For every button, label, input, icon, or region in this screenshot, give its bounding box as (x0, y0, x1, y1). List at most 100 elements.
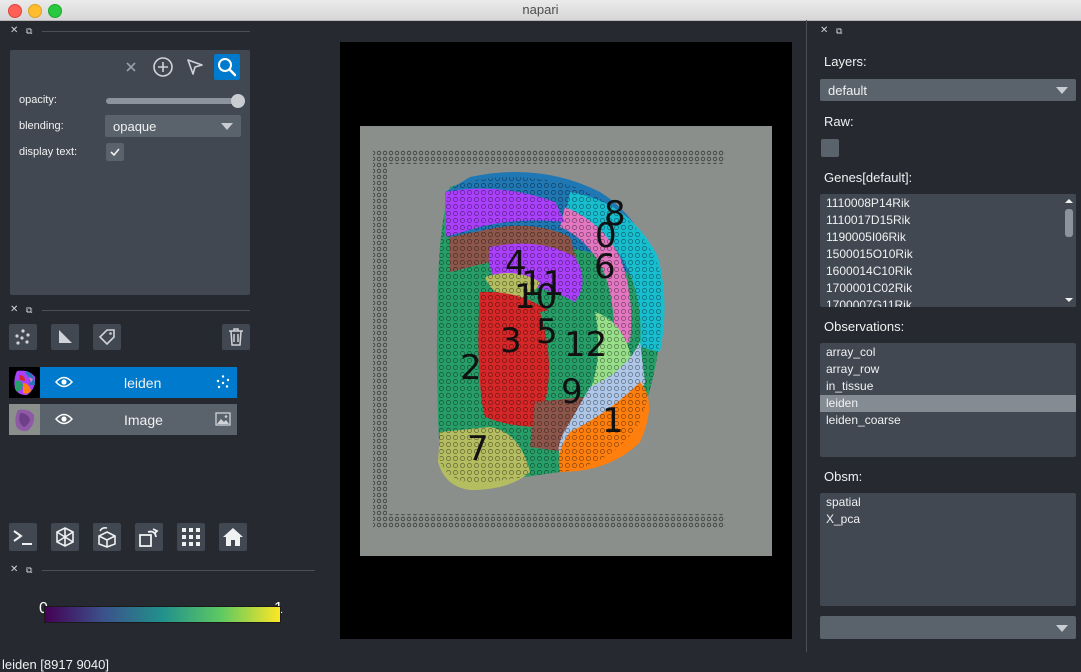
layer-controls-dock-header: ✕ ⧉ (0, 24, 250, 38)
obsm-list[interactable]: spatial X_pca (820, 493, 1076, 606)
blending-value: opaque (113, 118, 157, 134)
list-item-selected[interactable]: leiden (820, 395, 1076, 412)
dock-float-icon[interactable]: ⧉ (26, 563, 32, 577)
observations-list[interactable]: array_col array_row in_tissue leiden lei… (820, 343, 1076, 457)
list-item[interactable]: spatial (820, 494, 1076, 511)
viewer-canvas[interactable]: 0 1 2 3 4 5 6 7 8 9 10 11 12 (340, 42, 792, 639)
layer-name[interactable]: Image (124, 412, 163, 428)
chevron-down-icon (221, 123, 233, 130)
cluster-label-7: 7 (467, 429, 489, 469)
dock-close-icon[interactable]: ✕ (820, 24, 828, 38)
obsm-label: Obsm: (824, 469, 863, 484)
grid-button[interactable] (177, 523, 205, 551)
list-item[interactable]: in_tissue (820, 378, 1076, 395)
layer-item-leiden[interactable]: leiden (9, 367, 237, 398)
home-button[interactable] (219, 523, 247, 551)
layer-thumbnail (9, 367, 40, 398)
opacity-slider-handle[interactable] (231, 94, 245, 108)
points-icon (216, 375, 230, 389)
dock-float-icon[interactable]: ⧉ (26, 24, 32, 38)
visibility-eye-icon[interactable] (55, 375, 73, 389)
opacity-label: opacity: (19, 94, 57, 106)
cluster-label-12: 12 (564, 325, 607, 365)
select-icon[interactable] (182, 54, 208, 80)
title-bar: napari (0, 0, 1081, 21)
list-item[interactable]: 1700007G11Rik (820, 297, 1076, 307)
list-item[interactable]: X_pca (820, 511, 1076, 528)
layer-list-dock-header: ✕ ⧉ (0, 303, 250, 317)
scroll-down-icon[interactable] (1062, 295, 1076, 305)
genes-scrollbar[interactable] (1062, 194, 1076, 307)
dock-close-icon[interactable]: ✕ (10, 303, 18, 317)
dock-close-icon[interactable]: ✕ (10, 563, 18, 577)
colorbar (44, 606, 281, 623)
transpose-button[interactable] (135, 523, 163, 551)
dock-close-icon[interactable]: ✕ (10, 24, 18, 38)
pan-zoom-icon[interactable] (214, 54, 240, 80)
bottom-select[interactable] (820, 616, 1076, 639)
cluster-label-5: 5 (536, 312, 558, 352)
raw-checkbox[interactable] (821, 139, 839, 157)
tissue-image: 0 1 2 3 4 5 6 7 8 9 10 11 12 (360, 126, 772, 556)
new-points-button[interactable] (9, 324, 37, 350)
layer-name[interactable]: leiden (124, 375, 161, 391)
cluster-label-6: 6 (594, 247, 616, 287)
window-title: napari (522, 2, 559, 17)
status-bar-text: leiden [8917 9040] (2, 657, 109, 672)
close-icon[interactable] (118, 54, 144, 80)
console-button[interactable] (9, 523, 37, 551)
grid-icon (182, 528, 200, 546)
display-text-checkbox[interactable] (106, 143, 124, 161)
cluster-label-11: 11 (521, 264, 564, 304)
new-shapes-icon (59, 330, 72, 343)
blending-select[interactable]: opaque (105, 115, 241, 137)
dock-separator[interactable] (806, 20, 807, 652)
list-item[interactable]: leiden_coarse (820, 412, 1076, 429)
chevron-down-icon (1056, 624, 1068, 632)
delete-layer-button[interactable] (222, 324, 250, 350)
add-points-icon[interactable] (150, 54, 176, 80)
layers-label: Layers: (824, 54, 867, 69)
new-points-icon (15, 329, 30, 345)
cluster-label-9: 9 (561, 372, 583, 412)
cluster-label-3: 3 (500, 321, 522, 361)
list-item[interactable]: 1110017D15Rik (820, 212, 1076, 229)
dock-float-icon[interactable]: ⧉ (26, 303, 32, 317)
observations-label: Observations: (824, 319, 905, 334)
scrollbar-handle[interactable] (1065, 209, 1073, 237)
genes-label: Genes[default]: (824, 170, 913, 185)
new-labels-button[interactable] (93, 324, 121, 350)
colorbar-dock-header: ✕ ⧉ (0, 563, 315, 577)
opacity-slider[interactable] (106, 94, 245, 108)
new-shapes-button[interactable] (51, 324, 79, 350)
cluster-label-8: 8 (604, 194, 626, 234)
layer-controls-panel: opacity: blending: opaque display text: (10, 50, 250, 295)
ndisplay-button[interactable] (51, 523, 79, 551)
raw-label: Raw: (824, 114, 854, 129)
list-item[interactable]: 1190005I06Rik (820, 229, 1076, 246)
new-labels-icon (98, 329, 115, 346)
layer-item-image[interactable]: Image (9, 404, 237, 435)
anndata-dock-header: ✕ ⧉ (810, 24, 1081, 38)
list-item[interactable]: 1600014C10Rik (820, 263, 1076, 280)
home-icon (223, 528, 243, 546)
list-item[interactable]: array_row (820, 361, 1076, 378)
dock-float-icon[interactable]: ⧉ (836, 24, 842, 38)
checkmark-icon (110, 148, 120, 157)
image-icon (215, 412, 231, 426)
console-icon (13, 530, 32, 545)
delete-icon (229, 328, 243, 346)
blending-label: blending: (19, 120, 64, 132)
scroll-up-icon[interactable] (1062, 196, 1076, 206)
list-item[interactable]: array_col (820, 344, 1076, 361)
list-item[interactable]: 1110008P14Rik (820, 195, 1076, 212)
list-item[interactable]: 1700001C02Rik (820, 280, 1076, 297)
chevron-down-icon (1056, 87, 1068, 94)
cluster-label-2: 2 (460, 348, 482, 388)
visibility-eye-icon[interactable] (55, 412, 73, 426)
genes-list[interactable]: 1110008P14Rik 1110017D15Rik 1190005I06Ri… (820, 194, 1076, 307)
roll-dims-button[interactable] (93, 523, 121, 551)
list-item[interactable]: 1500015O10Rik (820, 246, 1076, 263)
layers-select[interactable]: default (820, 79, 1076, 101)
cluster-label-1: 1 (602, 401, 624, 441)
